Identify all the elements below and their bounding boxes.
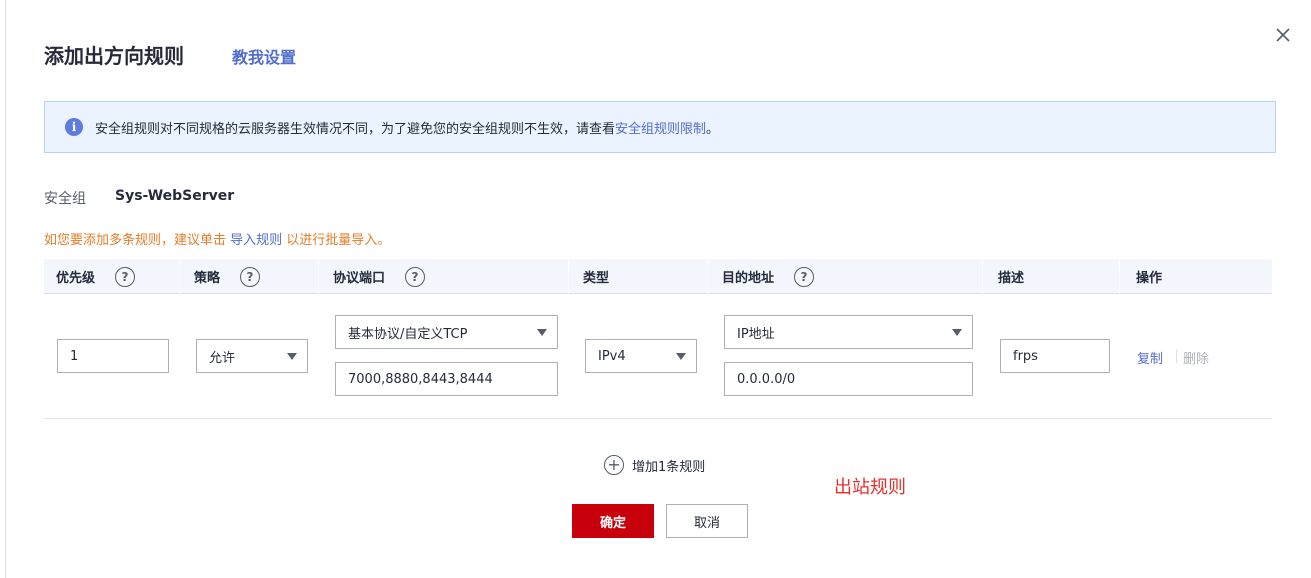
import-rules-link[interactable]: 导入规则 — [230, 233, 282, 248]
header-label: 操作 — [1136, 271, 1163, 286]
chevron-down-icon — [287, 353, 297, 360]
header-label: 策略 — [194, 271, 221, 286]
batch-import-hint: 如您要添加多条规则，建议单击 导入规则 以进行批量导入。 — [44, 229, 390, 248]
alert-limit-link[interactable]: 安全组规则限制 — [615, 118, 706, 137]
add-rule-button[interactable]: + 增加1条规则 — [604, 455, 705, 475]
plus-circle-icon: + — [604, 455, 624, 475]
cancel-button[interactable]: 取消 — [666, 504, 748, 538]
header-operation: 操作 — [1136, 259, 1162, 294]
policy-value: 允许 — [209, 350, 236, 366]
chevron-down-icon — [676, 353, 686, 360]
protocol-select[interactable]: 基本协议/自定义TCP — [335, 315, 558, 349]
header-type: 类型 — [583, 259, 609, 294]
destination-type-select[interactable]: IP地址 — [724, 315, 973, 349]
add-rule-label: 增加1条规则 — [632, 459, 706, 475]
chevron-down-icon — [537, 329, 547, 336]
protocol-value: 基本协议/自定义TCP — [348, 326, 468, 342]
header-label: 目的地址 — [722, 271, 775, 286]
hint-prefix: 如您要添加多条规则，建议单击 — [44, 233, 231, 248]
destination-type-value: IP地址 — [737, 326, 775, 342]
header-destination: 目的地址 ? — [722, 259, 815, 294]
header-description: 描述 — [998, 259, 1024, 294]
rules-table-header: 优先级 ? 策略 ? 协议端口 ? 类型 目的地址 ? 描述 操作 — [44, 259, 1272, 294]
delete-rule-link[interactable]: 删除 — [1183, 348, 1209, 367]
close-icon[interactable] — [1274, 26, 1292, 44]
security-group-name: Sys-WebServer — [115, 188, 235, 204]
header-label: 优先级 — [56, 271, 96, 286]
alert-text: 安全组规则对不同规格的云服务器生效情况不同，为了避免您的安全组规则不生效，请查看 — [95, 121, 616, 137]
security-group-label: 安全组 — [44, 191, 86, 207]
header-label: 协议端口 — [333, 271, 386, 286]
help-icon[interactable]: ? — [240, 266, 261, 287]
type-select[interactable]: IPv4 — [585, 339, 697, 373]
header-label: 类型 — [583, 271, 610, 286]
annotation-text: 出站规则 — [834, 477, 906, 498]
confirm-button[interactable]: 确定 — [572, 504, 654, 538]
info-alert: i 安全组规则对不同规格的云服务器生效情况不同，为了避免您的安全组规则不生效，请… — [44, 101, 1276, 153]
help-icon[interactable]: ? — [405, 266, 426, 287]
hint-suffix: 以进行批量导入。 — [282, 233, 391, 248]
type-value: IPv4 — [598, 348, 626, 364]
dialog-title: 添加出方向规则 — [44, 44, 184, 68]
add-outbound-rule-dialog: 添加出方向规则 教我设置 i 安全组规则对不同规格的云服务器生效情况不同，为了避… — [6, 0, 1311, 578]
help-icon[interactable]: ? — [794, 266, 815, 287]
header-label: 描述 — [998, 271, 1025, 286]
row-divider — [44, 418, 1272, 419]
header-protocol-port: 协议端口 ? — [333, 259, 426, 294]
priority-input[interactable]: 1 — [57, 339, 169, 373]
info-icon: i — [65, 118, 83, 136]
port-input[interactable]: 7000,8880,8443,8444 — [335, 362, 558, 396]
chevron-down-icon — [952, 329, 962, 336]
header-policy: 策略 ? — [194, 259, 261, 294]
op-divider — [1176, 349, 1177, 363]
header-priority: 优先级 ? — [56, 259, 136, 294]
guide-link[interactable]: 教我设置 — [232, 44, 296, 68]
description-input[interactable]: frps — [1000, 339, 1110, 373]
policy-select[interactable]: 允许 — [196, 339, 308, 373]
destination-address-input[interactable]: 0.0.0.0/0 — [724, 362, 973, 396]
copy-rule-link[interactable]: 复制 — [1137, 348, 1163, 367]
help-icon[interactable]: ? — [115, 266, 136, 287]
alert-suffix: 。 — [706, 121, 720, 137]
